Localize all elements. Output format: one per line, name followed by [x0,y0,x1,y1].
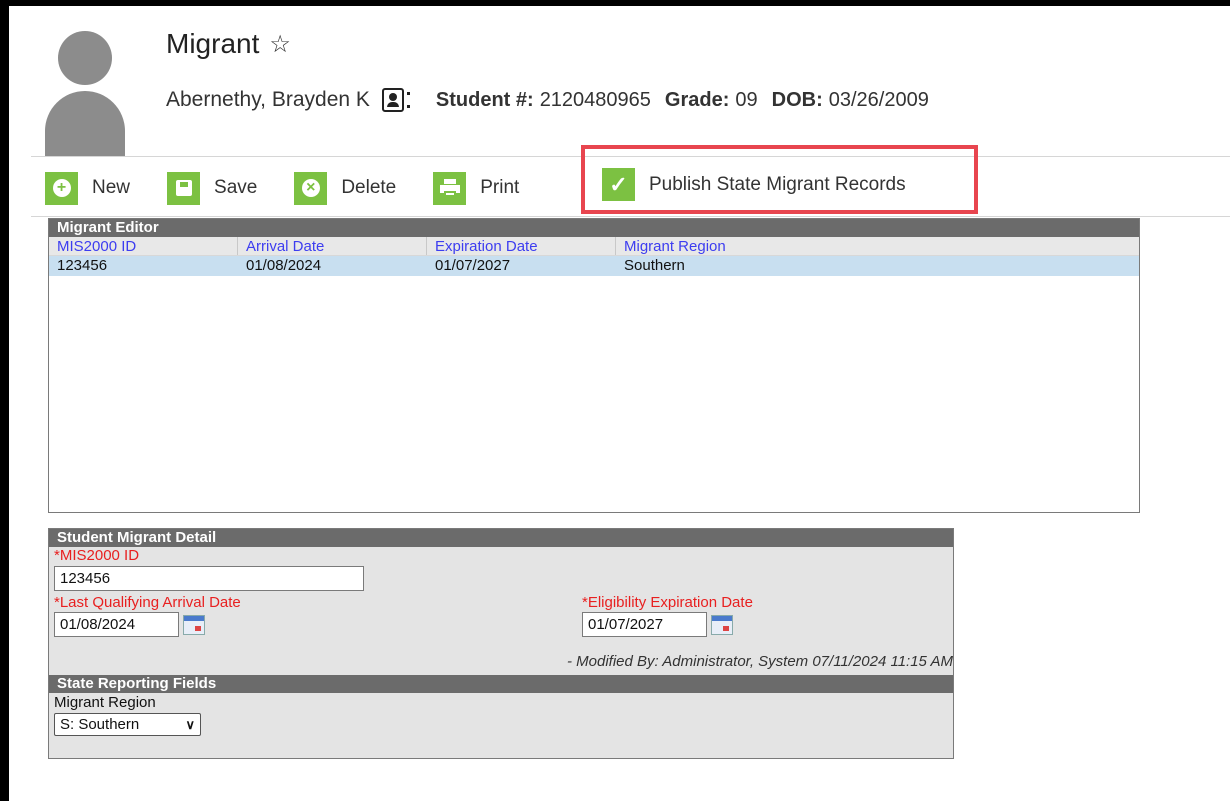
print-button[interactable]: Print [433,171,520,205]
mis2000-id-field[interactable] [54,566,364,591]
arrival-date-group [54,612,205,637]
delete-button[interactable]: × Delete [294,171,397,205]
app-window: Migrant ☆ Abernethy, Brayden K Student #… [9,6,1230,801]
expiration-date-label: *Eligibility Expiration Date [582,594,753,611]
cell-migrant-region: Southern [624,257,685,274]
student-info: Abernethy, Brayden K Student #: 21204809… [166,88,943,112]
print-button-label: Print [480,177,520,198]
save-button-label: Save [214,177,258,198]
avatar-head [58,31,112,85]
state-reporting-title: State Reporting Fields [49,675,953,693]
page-title: Migrant ☆ [166,28,291,60]
new-button[interactable]: + New [45,171,131,205]
column-header-expiration-date[interactable]: Expiration Date [427,237,616,255]
editor-grid-header: MIS2000 ID Arrival Date Expiration Date … [49,237,1139,256]
avatar [45,31,125,156]
migrant-region-select[interactable]: S: Southern ∨ [54,713,201,736]
plus-icon: + [45,171,78,205]
printer-icon [433,171,467,205]
cell-mis2000-id: 123456 [57,257,108,274]
migrant-region-label: Migrant Region [54,694,156,711]
save-button[interactable]: Save [167,171,258,205]
mis2000-id-label: *MIS2000 ID [54,547,140,564]
student-name: Abernethy, Brayden K [166,88,370,111]
expiration-date-field[interactable] [582,612,707,637]
table-row[interactable]: 123456 01/08/2024 01/07/2027 Southern [49,256,1139,276]
expiration-date-group [582,612,733,637]
chevron-down-icon: ∨ [185,717,195,732]
arrival-date-field[interactable] [54,612,179,637]
migrant-editor-title: Migrant Editor [49,219,1139,237]
floppy-disk-icon [167,171,201,205]
cell-expiration-date: 01/07/2027 [435,257,511,274]
migrant-region-value: S: Southern [60,716,140,733]
cell-arrival-date: 01/08/2024 [246,257,322,274]
new-button-label: New [92,177,131,198]
grade-label: Grade: [664,88,730,111]
column-header-migrant-region[interactable]: Migrant Region [616,237,1139,255]
grade-value: 09 [735,88,758,111]
delete-button-label: Delete [341,177,397,198]
student-number-label: Student #: [435,88,534,111]
arrival-date-label: *Last Qualifying Arrival Date [54,594,241,611]
detail-title: Student Migrant Detail [49,529,953,547]
star-icon[interactable]: ☆ [269,30,291,59]
student-number: 2120480965 [539,88,651,111]
dob-label: DOB: [771,88,823,111]
x-circle-icon: × [294,171,328,205]
highlight-box [581,145,978,214]
modified-by-text: - Modified By: Administrator, System 07/… [566,653,953,670]
dob-value: 03/26/2009 [828,88,929,111]
toolbar-divider [31,216,1230,217]
page-title-text: Migrant [166,28,260,59]
calendar-icon[interactable] [711,614,733,635]
avatar-body [45,91,125,156]
column-header-arrival-date[interactable]: Arrival Date [238,237,427,255]
calendar-icon[interactable] [183,614,205,635]
student-migrant-detail-panel: Student Migrant Detail *MIS2000 ID *Last… [48,528,954,759]
contact-card-icon[interactable] [381,88,410,112]
column-header-mis2000-id[interactable]: MIS2000 ID [49,237,238,255]
migrant-editor-panel: Migrant Editor MIS2000 ID Arrival Date E… [48,218,1140,513]
action-toolbar: + New Save × Delete Print [45,168,556,208]
